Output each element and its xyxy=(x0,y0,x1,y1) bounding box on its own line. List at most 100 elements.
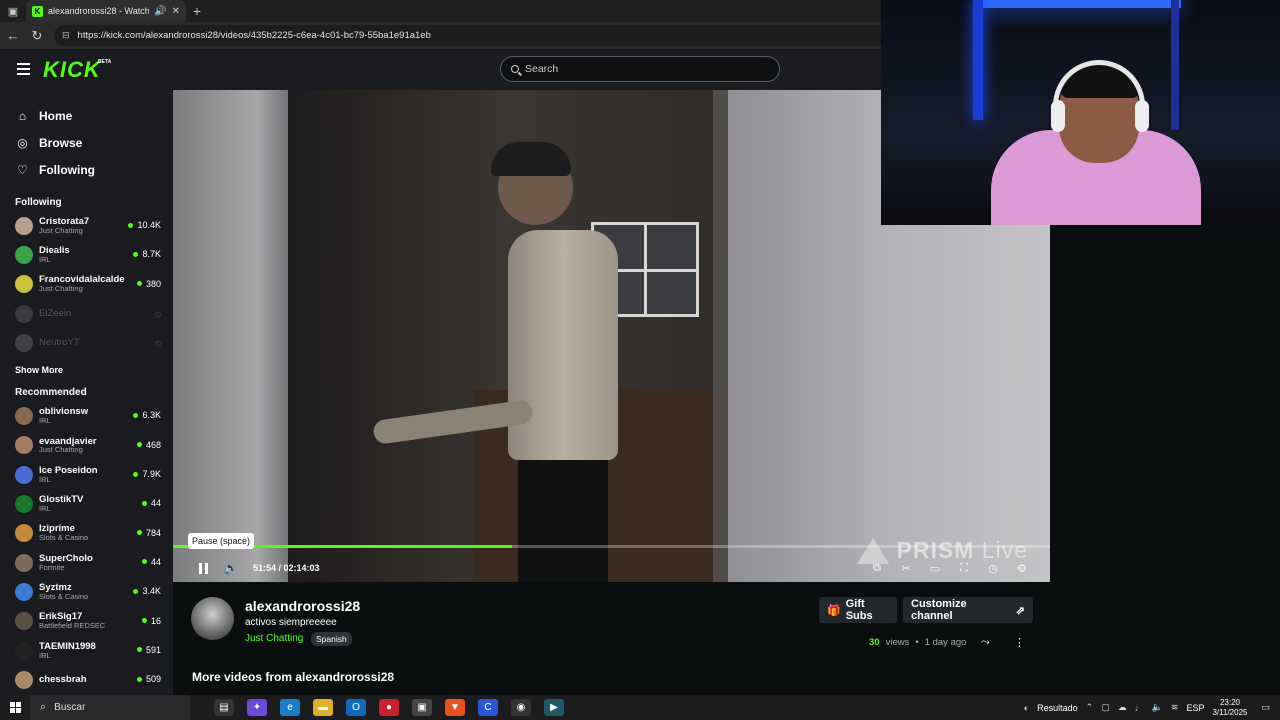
sidebar-channel-recommended[interactable]: oblivionsw IRL 6.3K xyxy=(0,401,173,430)
viewer-count-value: 3.4K xyxy=(142,586,161,597)
tray-chevron-icon[interactable]: ⌃ xyxy=(1086,702,1094,713)
webcam-overlay xyxy=(881,0,1280,225)
weather-label[interactable]: Resultado xyxy=(1037,703,1078,713)
sidebar-channel-following[interactable]: Cristorata7 Just Chatting 10.4K xyxy=(0,211,173,240)
notifications-icon[interactable]: ▭ xyxy=(1261,702,1270,713)
menu-icon[interactable] xyxy=(17,63,30,78)
tab-audio-icon[interactable]: 🔊 xyxy=(154,6,166,17)
copilot-icon[interactable]: ✦ xyxy=(247,699,267,716)
share-icon[interactable]: ⤳ xyxy=(981,636,990,649)
pause-button[interactable] xyxy=(195,560,211,576)
channel-avatar xyxy=(15,333,33,352)
url-field[interactable]: ⊟ https://kick.com/alexandrorossi28/vide… xyxy=(54,25,894,46)
clock-time: 23:20 xyxy=(1219,698,1240,708)
tray-app-icon[interactable]: ▢ xyxy=(1101,702,1110,713)
sidebar-item-browse[interactable]: ◎ Browse xyxy=(0,129,173,156)
channel-name: NeutroYT xyxy=(39,336,80,348)
webcam-led-pillar-right xyxy=(1171,0,1179,130)
video-scene-doorframe xyxy=(713,90,729,582)
more-options-icon[interactable]: ⋮ xyxy=(1014,636,1025,649)
channel-avatar xyxy=(15,553,33,572)
tab-actions-icon[interactable]: ▣ xyxy=(0,0,26,22)
volume-icon[interactable]: 🔈 xyxy=(223,560,239,576)
sidebar-channel-recommended[interactable]: Ice Poseidon IRL 7.9K xyxy=(0,460,173,489)
live-dot-icon xyxy=(141,559,147,565)
theater-mode-icon[interactable]: ▭ xyxy=(927,560,943,576)
search-input[interactable]: Search xyxy=(500,56,780,82)
language-indicator[interactable]: ESP xyxy=(1186,703,1204,713)
video-progress-bar[interactable] xyxy=(173,545,1050,548)
file-explorer-icon[interactable]: ▬ xyxy=(313,699,333,716)
search-placeholder: Search xyxy=(525,63,559,75)
clip-icon[interactable]: ✂ xyxy=(898,560,914,576)
sidebar-channel-recommended[interactable]: Iziprime Slots & Casino 784 xyxy=(0,519,173,548)
fullscreen-icon[interactable]: ⛶ xyxy=(956,560,972,576)
channel-avatar xyxy=(15,304,33,323)
external-link-icon: ⇗ xyxy=(1015,604,1025,617)
speaker-icon[interactable]: 🔈 xyxy=(1152,702,1163,713)
reload-icon[interactable]: ↻ xyxy=(30,28,44,44)
settings-gear-icon[interactable]: ⚙ xyxy=(1014,560,1030,576)
home-icon: ⌂ xyxy=(18,108,27,123)
sidebar-channel-recommended[interactable]: ErikSig17 Battlefield REDSEC 16 xyxy=(0,607,173,636)
task-view-icon[interactable]: ▤ xyxy=(214,699,234,716)
brave-browser-icon[interactable]: ▼ xyxy=(445,699,465,716)
new-tab-icon[interactable]: + xyxy=(186,3,208,19)
app-blue-icon[interactable]: C xyxy=(478,699,498,716)
prism-app-icon[interactable]: ▶ xyxy=(544,699,564,716)
channel-avatar xyxy=(15,612,33,631)
sidebar-item-label: Browse xyxy=(39,135,83,150)
miniplayer-icon[interactable]: ⧉ xyxy=(869,560,885,576)
sidebar-item-home[interactable]: ⌂ Home xyxy=(0,102,173,129)
playback-speed-icon[interactable]: ◷ xyxy=(985,560,1001,576)
customize-channel-button[interactable]: Customize channel ⇗ xyxy=(903,597,1033,623)
site-info-icon[interactable]: ⊟ xyxy=(62,30,70,41)
sidebar-channel-following[interactable]: Diealis IRL 8.7K xyxy=(0,240,173,269)
taskbar-search[interactable]: ⌕ Buscar xyxy=(30,695,190,720)
back-arrow-icon[interactable]: ← xyxy=(6,28,20,43)
sidebar-channel-following[interactable]: NeutroYT ⦸ xyxy=(0,328,173,357)
sidebar-item-label: Home xyxy=(39,108,73,123)
sidebar-channel-recommended[interactable]: Syztmz Slots & Casino 3.4K xyxy=(0,577,173,606)
channel-name[interactable]: alexandrorossi28 xyxy=(245,598,360,614)
app-red-icon[interactable]: ● xyxy=(379,699,399,716)
channel-avatar xyxy=(15,582,33,601)
sidebar-channel-recommended[interactable]: TAEMIN1998 IRL 591 xyxy=(0,636,173,665)
show-more-button[interactable]: Show More xyxy=(0,359,173,381)
viewer-count-value: 6.3K xyxy=(142,410,161,421)
store-icon[interactable]: ▣ xyxy=(412,699,432,716)
sidebar-channel-recommended[interactable]: evaandjavier Just Chatting 468 xyxy=(0,431,173,460)
sidebar-channel-recommended[interactable]: SuperCholo Fortnite 44 xyxy=(0,548,173,577)
sidebar-channel-following[interactable]: Francovidalalcalde Just Chatting 380 xyxy=(0,270,173,299)
outlook-icon[interactable]: O xyxy=(346,699,366,716)
channel-avatar xyxy=(15,670,33,689)
recommended-list: oblivionsw IRL 6.3K evaandjavier Just Chatti… xyxy=(0,401,173,694)
taskbar-clock[interactable]: 23:20 3/11/2025 xyxy=(1212,698,1247,716)
browser-tab[interactable]: K alexandrorossi28 - Watch th 🔊 ✕ xyxy=(26,0,186,22)
kick-logo[interactable]: KICK xyxy=(43,57,101,83)
channel-avatar xyxy=(15,495,33,514)
sidebar-channel-recommended[interactable]: GlostikTV IRL 44 xyxy=(0,489,173,518)
viewer-count-value: 10.4K xyxy=(137,220,161,230)
sidebar-item-following[interactable]: ♡ Following xyxy=(0,156,173,183)
category-link[interactable]: Just Chatting xyxy=(245,633,303,644)
gift-subs-button[interactable]: 🎁 Gift Subs xyxy=(819,597,897,623)
viewer-count-value: 591 xyxy=(145,644,161,655)
windows-start-icon[interactable] xyxy=(0,695,30,720)
channel-avatar xyxy=(15,407,33,426)
sidebar-channel-recommended[interactable]: chessbrah 509 xyxy=(0,665,173,694)
cloud-icon[interactable]: ☁ xyxy=(1118,702,1127,713)
language-tag[interactable]: Spanish xyxy=(311,632,352,646)
tab-close-icon[interactable]: ✕ xyxy=(172,6,180,17)
video-scene-person xyxy=(508,230,618,460)
edge-browser-icon[interactable]: e xyxy=(280,699,300,716)
channel-avatar xyxy=(15,245,33,264)
sidebar-channel-following[interactable]: ElZeein ⦸ xyxy=(0,299,173,328)
heart-icon: ♡ xyxy=(17,162,28,177)
live-dot-icon xyxy=(133,251,139,257)
network-icon[interactable]: ≋ xyxy=(1171,702,1179,713)
microphone-icon[interactable]: ♩ xyxy=(1135,703,1144,713)
obs-icon[interactable]: ◉ xyxy=(511,699,531,716)
views-count: 30 xyxy=(869,637,880,648)
channel-avatar[interactable] xyxy=(191,597,234,640)
